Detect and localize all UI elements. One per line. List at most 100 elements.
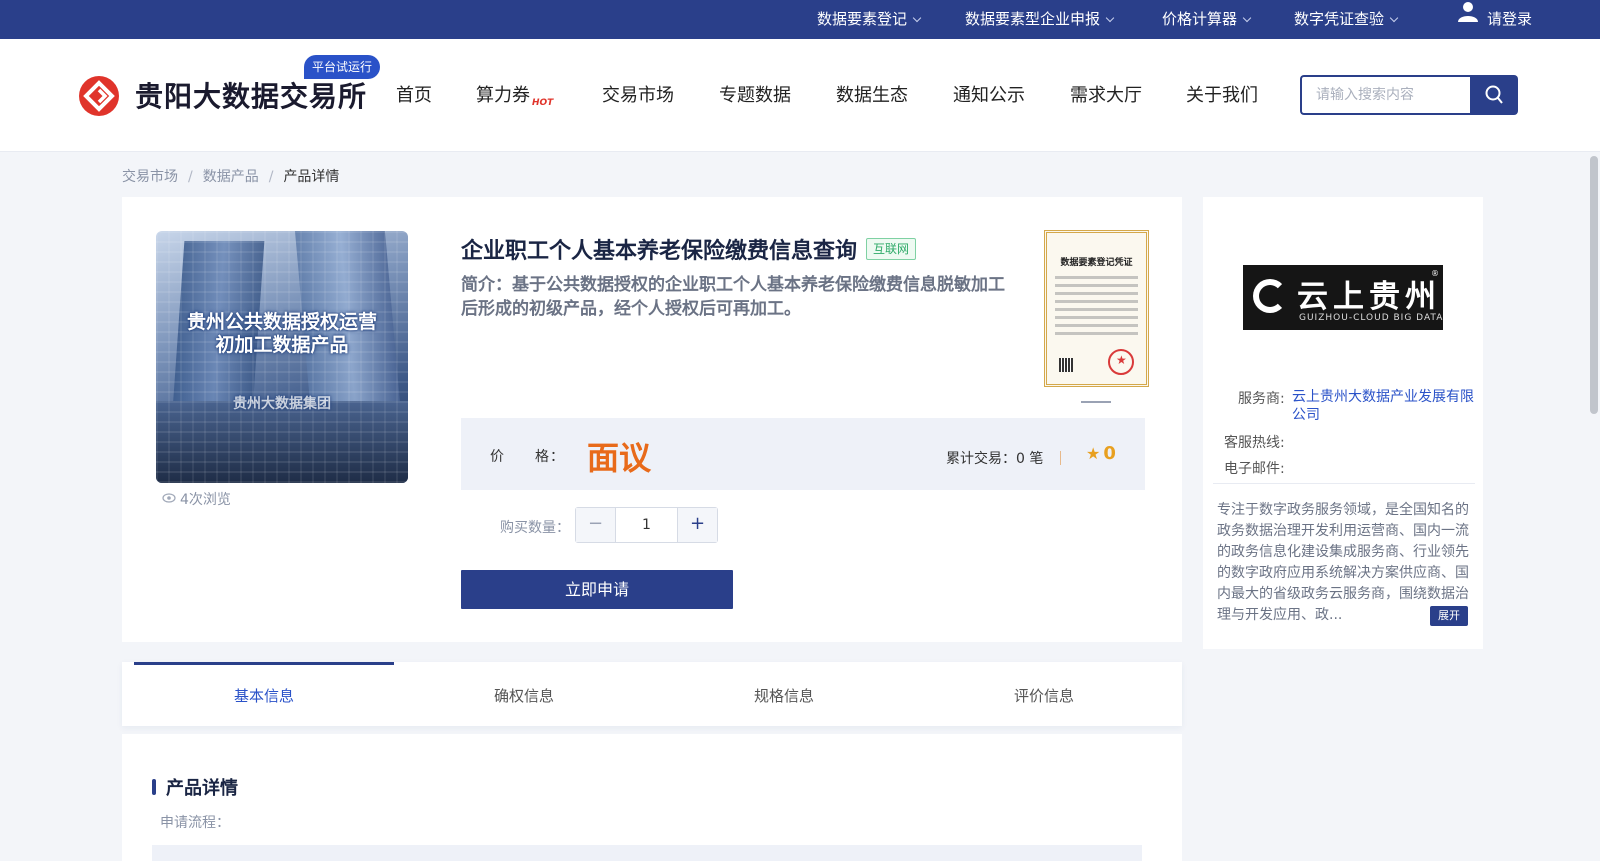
nav-label: 专题数据: [719, 85, 791, 106]
category-tag: 互联网: [866, 238, 917, 260]
divider: [1213, 483, 1475, 484]
topbar-item-label: 价格计算器: [1162, 10, 1238, 28]
scrollbar-thumb[interactable]: [1590, 156, 1598, 414]
product-image: 贵州公共数据授权运营 初加工数据产品 贵州大数据集团: [156, 231, 408, 483]
hotline-label: 客服热线:: [1224, 435, 1285, 451]
search-button[interactable]: [1470, 75, 1518, 115]
nav-notices[interactable]: 通知公示: [953, 81, 1025, 107]
chevron-down-icon: [1242, 13, 1252, 23]
topbar-item-voucher-check[interactable]: 数字凭证查验: [1294, 0, 1399, 39]
certificate-title: 数据要素登记凭证: [1060, 258, 1133, 268]
quantity-label: 购买数量：: [500, 520, 570, 536]
product-title: 企业职工个人基本养老保险缴费信息查询: [461, 239, 858, 264]
topbar-item-label: 数据要素登记: [817, 10, 908, 28]
decrease-button[interactable]: −: [576, 508, 616, 542]
nav-label: 关于我们: [1186, 85, 1258, 106]
tab-review-info[interactable]: 评价信息: [914, 662, 1174, 726]
nav-data-ecosystem[interactable]: 数据生态: [836, 81, 908, 107]
increase-button[interactable]: +: [677, 508, 717, 542]
chevron-down-icon: [1389, 13, 1399, 23]
vendor-logo[interactable]: 云上贵州 GUIZHOU-CLOUD BIG DATA ®: [1243, 265, 1443, 330]
image-text-line2: 初加工数据产品: [215, 334, 349, 356]
nav-label: 通知公示: [953, 85, 1025, 106]
rating-value: 0: [1103, 443, 1116, 464]
nav-label: 需求大厅: [1070, 85, 1142, 106]
star-icon: ★: [1086, 444, 1101, 463]
eye-icon: [162, 491, 176, 507]
nav-demand-hall[interactable]: 需求大厅: [1070, 81, 1142, 107]
main-header: 贵阳大数据交易所 平台试运行 首页 算力券 HOT 交易市场 专题数据 数据生态 …: [0, 39, 1600, 152]
product-description: 简介：基于公共数据授权的企业职工个人基本养老保险缴费信息脱敏加工后形成的初级产品…: [461, 275, 1005, 319]
divider: [1060, 451, 1061, 465]
provider-link[interactable]: 云上贵州大数据产业发展有限公司: [1292, 388, 1474, 424]
application-flow-label: 申请流程：: [160, 815, 230, 831]
tab-basic-info[interactable]: 基本信息: [134, 662, 394, 726]
topbar-item-label: 数字凭证查验: [1294, 10, 1385, 28]
login-label: 请登录: [1487, 10, 1533, 28]
login-link[interactable]: 请登录: [1457, 0, 1532, 39]
section-marker: [152, 779, 156, 795]
section-title: 产品详情: [166, 778, 238, 799]
image-text-line1: 贵州公共数据授权运营: [186, 311, 377, 333]
registered-mark: ®: [1431, 269, 1439, 278]
topbar-item-label: 数据要素型企业申报: [965, 10, 1101, 28]
exchange-logo-icon[interactable]: [79, 76, 119, 116]
image-grid: [156, 231, 408, 483]
application-flow-panel: [152, 845, 1142, 861]
email-label: 电子邮件:: [1224, 461, 1285, 477]
nav-label: 首页: [396, 85, 432, 106]
detail-card: [122, 734, 1182, 861]
vendor-logo-sub: GUIZHOU-CLOUD BIG DATA: [1299, 313, 1444, 323]
vendor-logo-icon: [1253, 279, 1287, 313]
certificate-lines: [1053, 276, 1140, 335]
plus-icon: +: [689, 513, 706, 534]
nav-label: 数据生态: [836, 85, 908, 106]
provider-label: 服务商:: [1238, 391, 1285, 407]
quantity-input[interactable]: [617, 508, 676, 542]
registration-certificate[interactable]: 数据要素登记凭证: [1044, 230, 1149, 387]
chevron-down-icon: [1105, 13, 1115, 23]
breadcrumb-item-current: 产品详情: [283, 169, 340, 185]
topbar-item-data-registration[interactable]: 数据要素登记: [817, 0, 922, 39]
trial-badge: 平台试运行: [304, 55, 381, 79]
user-icon: [1457, 0, 1479, 37]
qr-code-icon: [1059, 358, 1073, 372]
tab-spec-info[interactable]: 规格信息: [654, 662, 914, 726]
image-caption: 贵州大数据集团: [233, 396, 331, 412]
nav-label: 算力券: [476, 85, 530, 106]
nav-label: 交易市场: [602, 85, 674, 106]
breadcrumb-separator: /: [268, 169, 274, 185]
breadcrumb-separator: /: [188, 169, 193, 185]
nav-home[interactable]: 首页: [396, 81, 432, 107]
seal-icon: [1108, 349, 1134, 375]
nav-topic-data[interactable]: 专题数据: [719, 81, 791, 107]
top-utility-bar: 数据要素登记 数据要素型企业申报 价格计算器 数字凭证查验 请登录: [0, 0, 1600, 39]
price-label: 价 格：: [490, 449, 565, 465]
detail-tabs: 基本信息 确权信息 规格信息 评价信息: [122, 662, 1182, 726]
breadcrumb-item-data-products[interactable]: 数据产品: [203, 169, 259, 185]
hot-badge: HOT: [532, 98, 554, 108]
chevron-down-icon: [912, 13, 922, 23]
topbar-item-price-calculator[interactable]: 价格计算器: [1162, 0, 1252, 39]
apply-button[interactable]: 立即申请: [461, 570, 733, 609]
price-value: 面议: [587, 439, 652, 477]
view-count-label: 4次浏览: [180, 492, 231, 508]
topbar-item-enterprise-declaration[interactable]: 数据要素型企业申报: [965, 0, 1115, 39]
nav-about-us[interactable]: 关于我们: [1186, 81, 1258, 107]
breadcrumb: 交易市场 / 数据产品 / 产品详情: [122, 166, 339, 186]
carousel-indicator[interactable]: [1081, 401, 1111, 403]
quantity-stepper: − +: [575, 507, 718, 543]
tab-rights-info[interactable]: 确权信息: [394, 662, 654, 726]
breadcrumb-item-market[interactable]: 交易市场: [122, 169, 178, 185]
nav-trading-market[interactable]: 交易市场: [602, 81, 674, 107]
rating: ★ 0: [1086, 443, 1116, 464]
search-input[interactable]: [1300, 75, 1470, 115]
view-count: 4次浏览: [162, 489, 231, 509]
trade-count: 累计交易：0 笔: [946, 451, 1044, 467]
vendor-logo-name: 云上贵州: [1297, 279, 1441, 315]
expand-button[interactable]: 展开: [1430, 606, 1468, 626]
site-title[interactable]: 贵阳大数据交易所: [135, 75, 367, 115]
search-icon: [1485, 85, 1503, 104]
minus-icon: −: [587, 513, 604, 534]
nav-compute-voucher[interactable]: 算力券 HOT: [476, 81, 553, 108]
